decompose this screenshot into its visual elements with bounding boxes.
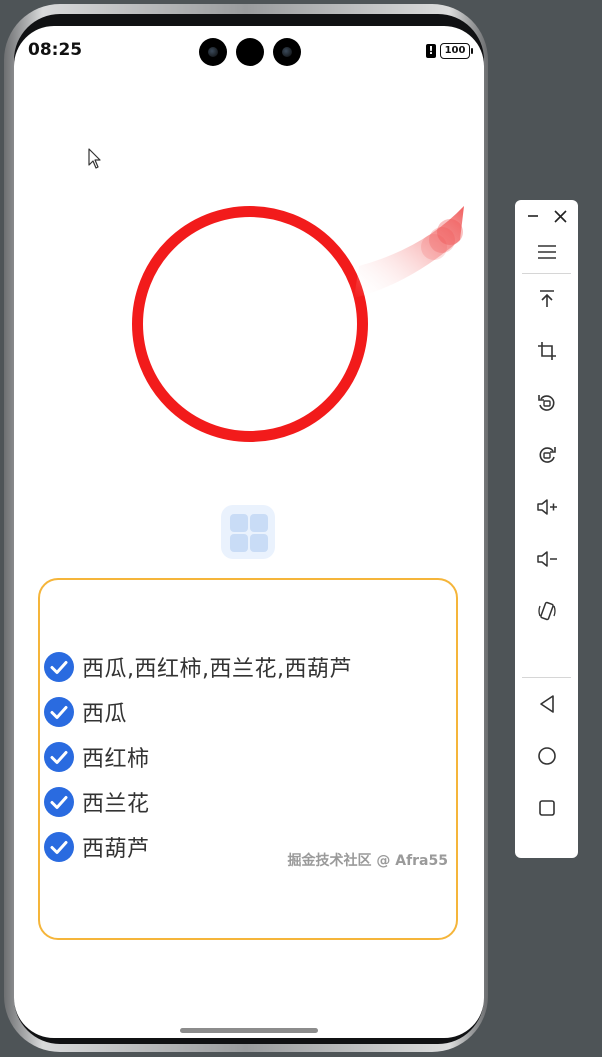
status-icons: ! 100 — [426, 43, 473, 59]
checkbox-checked-icon[interactable] — [44, 696, 74, 727]
toolbar-divider — [522, 273, 571, 274]
volume-down-icon[interactable] — [515, 541, 578, 577]
emulator-toolbar — [515, 200, 578, 858]
menu-icon[interactable] — [515, 234, 578, 270]
checkbox-item-broccoli[interactable]: 西兰花 — [44, 779, 352, 824]
checkbox-checked-icon[interactable] — [44, 786, 74, 817]
red-circle — [132, 206, 368, 442]
watermark: 掘金技术社区 @ Afra55 — [287, 853, 448, 869]
checkbox-checked-icon[interactable] — [44, 831, 74, 862]
checkbox-item-all[interactable]: 西瓜,西红柿,西兰花,西葫芦 — [44, 644, 352, 689]
volume-up-icon[interactable] — [515, 489, 578, 525]
battery-icon: 100 — [440, 43, 473, 59]
checkbox-item-tomato[interactable]: 西红柿 — [44, 734, 352, 779]
toolbar-divider — [522, 677, 571, 678]
camera-icon — [273, 38, 301, 66]
checkbox-label: 西瓜,西红柿,西兰花,西葫芦 — [82, 656, 352, 682]
mouse-cursor-icon — [88, 148, 101, 169]
checkbox-label: 西红柿 — [82, 746, 150, 772]
app-grid-icon — [221, 505, 275, 559]
checkbox-checked-icon[interactable] — [44, 651, 74, 682]
close-icon[interactable] — [550, 204, 570, 228]
rotate-left-icon[interactable] — [515, 385, 578, 421]
checkbox-group: 西瓜,西红柿,西兰花,西葫芦 西瓜 西红柿 西兰花 西葫芦 — [44, 644, 352, 869]
recent-apps-icon[interactable] — [515, 790, 578, 826]
back-icon[interactable] — [515, 686, 578, 722]
checkbox-checked-icon[interactable] — [44, 741, 74, 772]
camera-icon — [236, 38, 264, 66]
rotate-right-icon[interactable] — [515, 437, 578, 473]
checkbox-panel: 西瓜,西红柿,西兰花,西葫芦 西瓜 西红柿 西兰花 西葫芦 掘金技术社区 @ A… — [38, 578, 458, 940]
checkbox-label: 西兰花 — [82, 791, 150, 817]
checkbox-label: 西葫芦 — [82, 836, 150, 862]
home-icon[interactable] — [515, 738, 578, 774]
checkbox-label: 西瓜 — [82, 701, 128, 727]
motion-trail — [354, 206, 464, 298]
camera-icon — [199, 38, 227, 66]
phone-frame: 08:25 ! 100 西瓜,西红柿,西兰花,西葫芦 西瓜 西红柿 西兰花 西葫… — [4, 4, 488, 1052]
shake-icon[interactable] — [515, 593, 578, 629]
pin-top-icon[interactable] — [515, 281, 578, 317]
checkbox-item-watermelon[interactable]: 西瓜 — [44, 689, 352, 734]
alert-icon: ! — [426, 44, 436, 58]
status-time: 08:25 — [28, 40, 83, 60]
crop-icon[interactable] — [515, 333, 578, 369]
minimize-icon[interactable] — [523, 204, 543, 228]
home-indicator[interactable] — [180, 1028, 318, 1033]
device-screen: 08:25 ! 100 西瓜,西红柿,西兰花,西葫芦 西瓜 西红柿 西兰花 西葫… — [14, 26, 484, 1038]
